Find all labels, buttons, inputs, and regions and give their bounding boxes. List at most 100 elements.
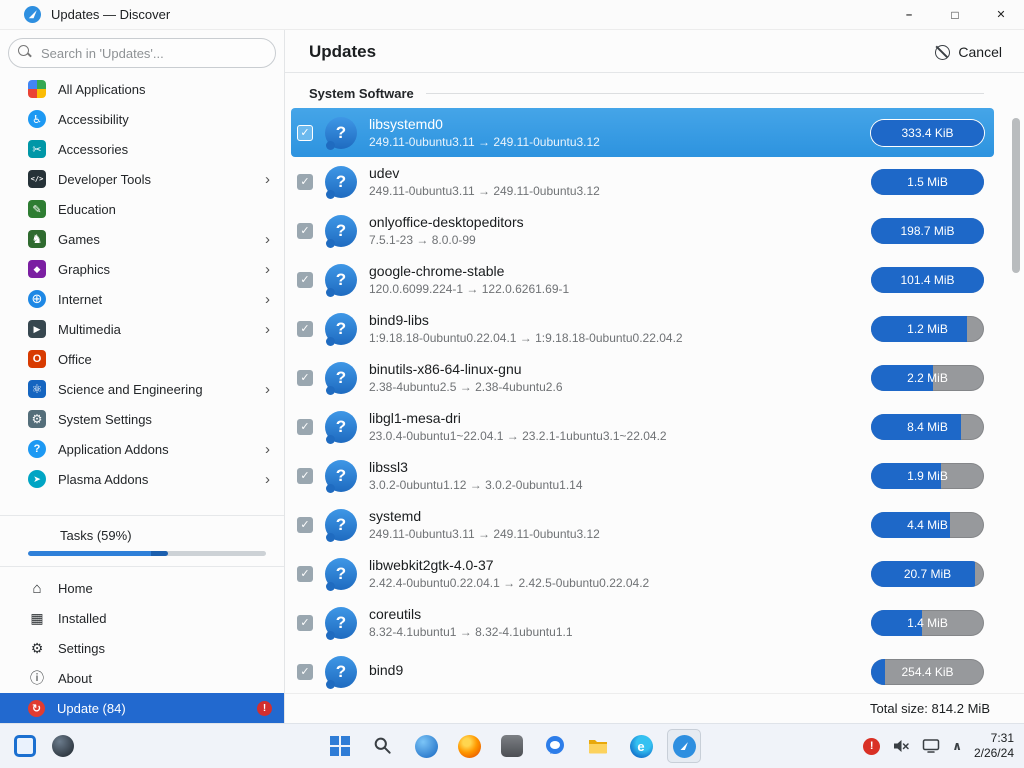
sidebar-category-item[interactable]: Accessibility — [0, 104, 284, 134]
taskbar-clock[interactable]: 7:31 2/26/24 — [974, 731, 1014, 761]
sidebar-nav-item[interactable]: Installed — [0, 603, 284, 633]
sidebar-category-item[interactable]: Graphics — [0, 254, 284, 284]
checkbox-checked[interactable] — [297, 321, 313, 337]
size-button[interactable]: 8.4 MiB — [871, 414, 984, 440]
checkbox-checked[interactable] — [297, 272, 313, 288]
taskbar: e ! 7:31 2/26/24 — [0, 723, 1024, 768]
clock-time: 7:31 — [974, 731, 1014, 746]
size-label: 333.4 KiB — [871, 120, 984, 146]
sidebar-category-item[interactable]: Plasma Addons — [0, 464, 284, 494]
window-title: Updates — Discover — [51, 7, 170, 22]
sidebar-category-item[interactable]: Developer Tools — [0, 164, 284, 194]
scrollbar-thumb[interactable] — [1012, 118, 1020, 273]
alert-tray-icon[interactable]: ! — [863, 738, 880, 755]
size-button[interactable]: 333.4 KiB — [871, 120, 984, 146]
folder-icon — [587, 735, 609, 757]
update-list-item[interactable]: libwebkit2gtk-4.0-37 2.42.4-0ubuntu0.22.… — [291, 549, 994, 598]
globe-icon[interactable] — [52, 735, 74, 757]
size-button[interactable]: 4.4 MiB — [871, 512, 984, 538]
size-label: 101.4 MiB — [871, 267, 984, 293]
sidebar-nav-item[interactable]: Home — [0, 573, 284, 603]
checkbox-checked[interactable] — [297, 615, 313, 631]
search-input[interactable] — [8, 38, 276, 68]
size-button[interactable]: 198.7 MiB — [871, 218, 984, 244]
sidebar-category-item[interactable]: Science and Engineering — [0, 374, 284, 404]
display-icon[interactable] — [922, 738, 940, 754]
chevron-up-icon[interactable] — [952, 739, 962, 753]
update-list-item[interactable]: udev 249.11-0ubuntu3.11 → 249.11-0ubuntu… — [291, 157, 994, 206]
update-list-item[interactable]: onlyoffice-desktopeditors 7.5.1-23 → 8.0… — [291, 206, 994, 255]
sidebar-category-item[interactable]: Application Addons — [0, 434, 284, 464]
pinned-app-button[interactable] — [495, 729, 529, 763]
package-name: libgl1-mesa-dri — [369, 410, 859, 428]
category-label: Plasma Addons — [58, 472, 253, 487]
package-icon — [325, 313, 357, 345]
update-list-item[interactable]: bind9 254.4 KiB — [291, 647, 994, 693]
sidebar-nav-item[interactable]: Settings — [0, 633, 284, 663]
about-icon — [28, 668, 46, 688]
package-versions: 249.11-0ubuntu3.11 → 249.11-0ubuntu3.12 — [369, 184, 859, 198]
updates-list: libsystemd0 249.11-0ubuntu3.11 → 249.11-… — [285, 108, 1024, 693]
start-button[interactable] — [323, 729, 357, 763]
update-list-item[interactable]: systemd 249.11-0ubuntu3.11 → 249.11-0ubu… — [291, 500, 994, 549]
size-label: 20.7 MiB — [871, 561, 984, 587]
size-button[interactable]: 20.7 MiB — [871, 561, 984, 587]
size-button[interactable]: 1.5 MiB — [871, 169, 984, 195]
size-button[interactable]: 254.4 KiB — [871, 659, 984, 685]
edge-button[interactable]: e — [624, 729, 658, 763]
package-name: bind9-libs — [369, 312, 859, 330]
update-list-item[interactable]: libssl3 3.0.2-0ubuntu1.12 → 3.0.2-0ubunt… — [291, 451, 994, 500]
checkbox-checked[interactable] — [297, 468, 313, 484]
update-list-item[interactable]: libgl1-mesa-dri 23.0.4-0ubuntu1~22.04.1 … — [291, 402, 994, 451]
package-name: udev — [369, 165, 859, 183]
checkbox-checked[interactable] — [297, 566, 313, 582]
size-button[interactable]: 2.2 MiB — [871, 365, 984, 391]
checkbox-checked[interactable] — [297, 370, 313, 386]
window-frame-icon[interactable] — [14, 735, 36, 757]
sidebar-item-update[interactable]: Update (84) ! — [0, 693, 284, 723]
sidebar-category-item[interactable]: All Applications — [0, 74, 284, 104]
chevron-right-icon — [265, 262, 270, 277]
sidebar-category-item[interactable]: Multimedia — [0, 314, 284, 344]
tasks-progressbar — [28, 551, 266, 556]
application-addons-icon — [28, 440, 46, 458]
size-button[interactable]: 1.9 MiB — [871, 463, 984, 489]
file-explorer-button[interactable] — [581, 729, 615, 763]
package-text: libssl3 3.0.2-0ubuntu1.12 → 3.0.2-0ubunt… — [369, 459, 859, 492]
copilot-button[interactable] — [409, 729, 443, 763]
sidebar-category-item[interactable]: Accessories — [0, 134, 284, 164]
checkbox-checked[interactable] — [297, 223, 313, 239]
size-button[interactable]: 1.4 MiB — [871, 610, 984, 636]
category-label: Graphics — [58, 262, 253, 277]
taskbar-search-button[interactable] — [366, 729, 400, 763]
sidebar-category-item[interactable]: Office — [0, 344, 284, 374]
update-list-item[interactable]: coreutils 8.32-4.1ubuntu1 → 8.32-4.1ubun… — [291, 598, 994, 647]
sidebar-category-item[interactable]: Internet — [0, 284, 284, 314]
close-button[interactable] — [978, 0, 1024, 29]
cancel-button[interactable]: Cancel — [935, 44, 1002, 60]
update-list-item[interactable]: binutils-x86-64-linux-gnu 2.38-4ubuntu2.… — [291, 353, 994, 402]
update-list-item[interactable]: bind9-libs 1:9.18.18-0ubuntu0.22.04.1 → … — [291, 304, 994, 353]
sidebar-category-item[interactable]: System Settings — [0, 404, 284, 434]
size-button[interactable]: 1.2 MiB — [871, 316, 984, 342]
checkbox-checked[interactable] — [297, 517, 313, 533]
firefox-button[interactable] — [452, 729, 486, 763]
checkbox-checked[interactable] — [297, 419, 313, 435]
sidebar-category-item[interactable]: Games — [0, 224, 284, 254]
size-button[interactable]: 101.4 MiB — [871, 267, 984, 293]
chat-button[interactable] — [538, 729, 572, 763]
checkbox-checked[interactable] — [297, 174, 313, 190]
main-panel: Updates Cancel System Software lib — [285, 30, 1024, 723]
sidebar-nav-item[interactable]: About — [0, 663, 284, 693]
checkbox-checked[interactable] — [297, 125, 313, 141]
sidebar-category-item[interactable]: Education — [0, 194, 284, 224]
chevron-right-icon — [265, 442, 270, 457]
update-list-item[interactable]: google-chrome-stable 120.0.6099.224-1 → … — [291, 255, 994, 304]
volume-muted-icon[interactable] — [892, 737, 910, 755]
checkbox-checked[interactable] — [297, 664, 313, 680]
home-icon — [28, 580, 46, 597]
maximize-button[interactable] — [932, 0, 978, 29]
minimize-button[interactable] — [886, 0, 932, 29]
discover-taskbar-button[interactable] — [667, 729, 701, 763]
update-list-item[interactable]: libsystemd0 249.11-0ubuntu3.11 → 249.11-… — [291, 108, 994, 157]
